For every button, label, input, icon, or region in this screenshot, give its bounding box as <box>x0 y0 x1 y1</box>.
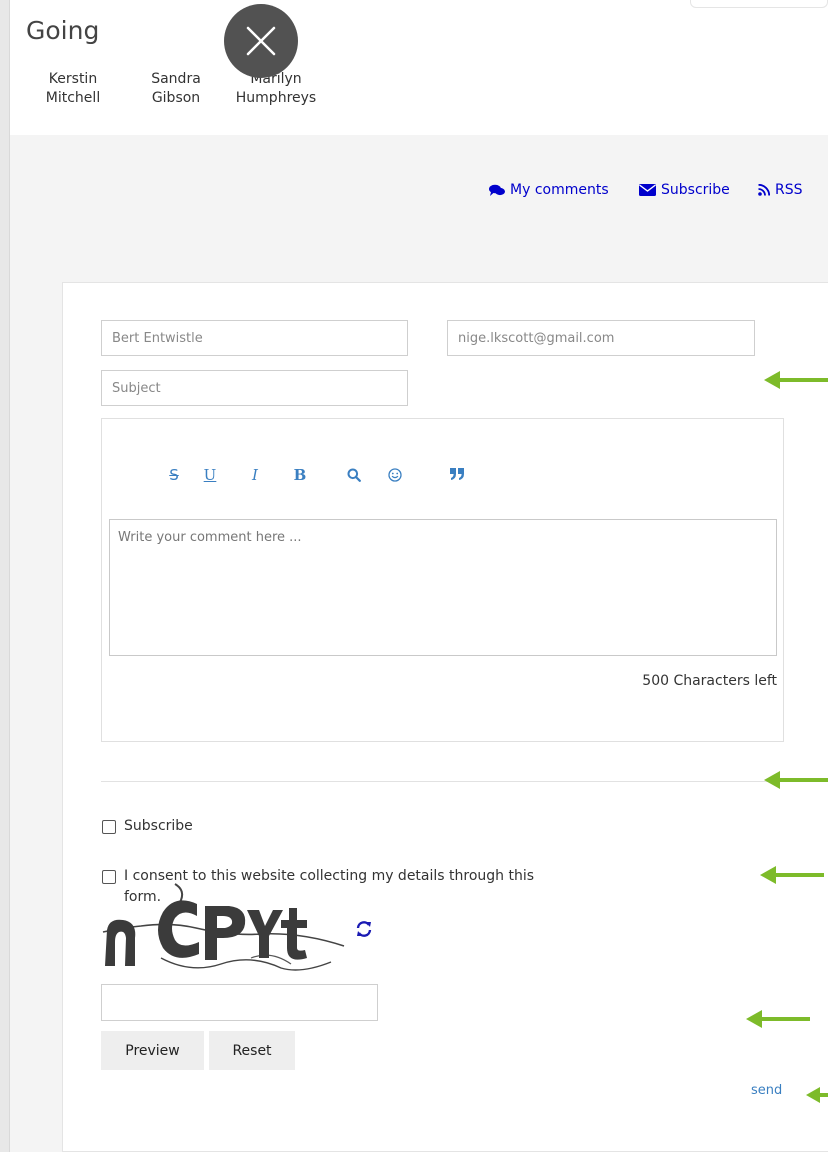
subscribe-link[interactable]: Subscribe <box>639 182 730 198</box>
window-left-edge <box>0 0 10 1152</box>
attendee-last-name: Gibson <box>151 90 201 106</box>
annotation-arrow-icon <box>746 1010 810 1028</box>
event-header <box>10 0 828 135</box>
email-input[interactable] <box>447 320 755 356</box>
form-separator <box>101 781 784 782</box>
subject-input[interactable] <box>101 370 408 406</box>
going-title: Going <box>26 16 100 45</box>
underline-button[interactable]: U <box>198 464 222 486</box>
italic-button[interactable]: I <box>243 464 267 486</box>
attendee-first-name: Sandra <box>151 71 201 87</box>
preview-button[interactable]: Preview <box>101 1031 204 1070</box>
my-comments-label: My comments <box>510 182 609 198</box>
comments-icon <box>489 184 505 196</box>
rss-label: RSS <box>775 182 803 198</box>
name-input[interactable] <box>101 320 408 356</box>
attendee-last-name: Mitchell <box>45 90 101 106</box>
annotation-arrow-icon <box>764 771 828 789</box>
attendee[interactable]: Marilyn Humphreys <box>226 70 326 108</box>
subscribe-link-label: Subscribe <box>661 182 730 198</box>
attendee[interactable]: Kerstin Mitchell <box>36 70 110 108</box>
comment-links: My comments Subscribe RSS <box>0 182 806 206</box>
search-button[interactable] <box>342 464 366 486</box>
subscribe-checkbox-label: Subscribe <box>124 818 193 834</box>
send-link[interactable]: send <box>751 1083 782 1098</box>
annotation-arrow-icon <box>806 1087 828 1103</box>
strikethrough-button[interactable]: S <box>162 464 186 486</box>
comment-textarea[interactable] <box>109 519 777 656</box>
annotation-arrow-icon <box>764 371 828 389</box>
top-corner-tab <box>690 0 828 8</box>
close-icon <box>246 26 276 56</box>
envelope-icon <box>639 184 656 196</box>
reset-button[interactable]: Reset <box>209 1031 295 1070</box>
rss-link[interactable]: RSS <box>758 182 803 198</box>
quote-icon <box>450 468 464 480</box>
emoji-button[interactable] <box>383 464 407 486</box>
attendee-last-name: Humphreys <box>235 90 317 106</box>
captcha-image <box>102 883 345 971</box>
captcha-input[interactable] <box>101 984 378 1021</box>
characters-left-counter: 500 Characters left <box>642 673 777 689</box>
my-comments-link[interactable]: My comments <box>489 182 609 198</box>
captcha-refresh-icon[interactable] <box>355 920 373 938</box>
quote-button[interactable] <box>445 464 469 486</box>
subscribe-checkbox[interactable] <box>102 820 116 834</box>
bold-button[interactable]: B <box>288 464 312 486</box>
rss-icon <box>758 184 770 196</box>
smiley-icon <box>388 468 402 482</box>
close-button[interactable] <box>224 4 298 78</box>
attendee[interactable]: Sandra Gibson <box>140 70 212 108</box>
attendee-first-name: Kerstin <box>48 71 98 87</box>
search-icon <box>347 468 361 482</box>
annotation-arrow-icon <box>760 866 824 884</box>
